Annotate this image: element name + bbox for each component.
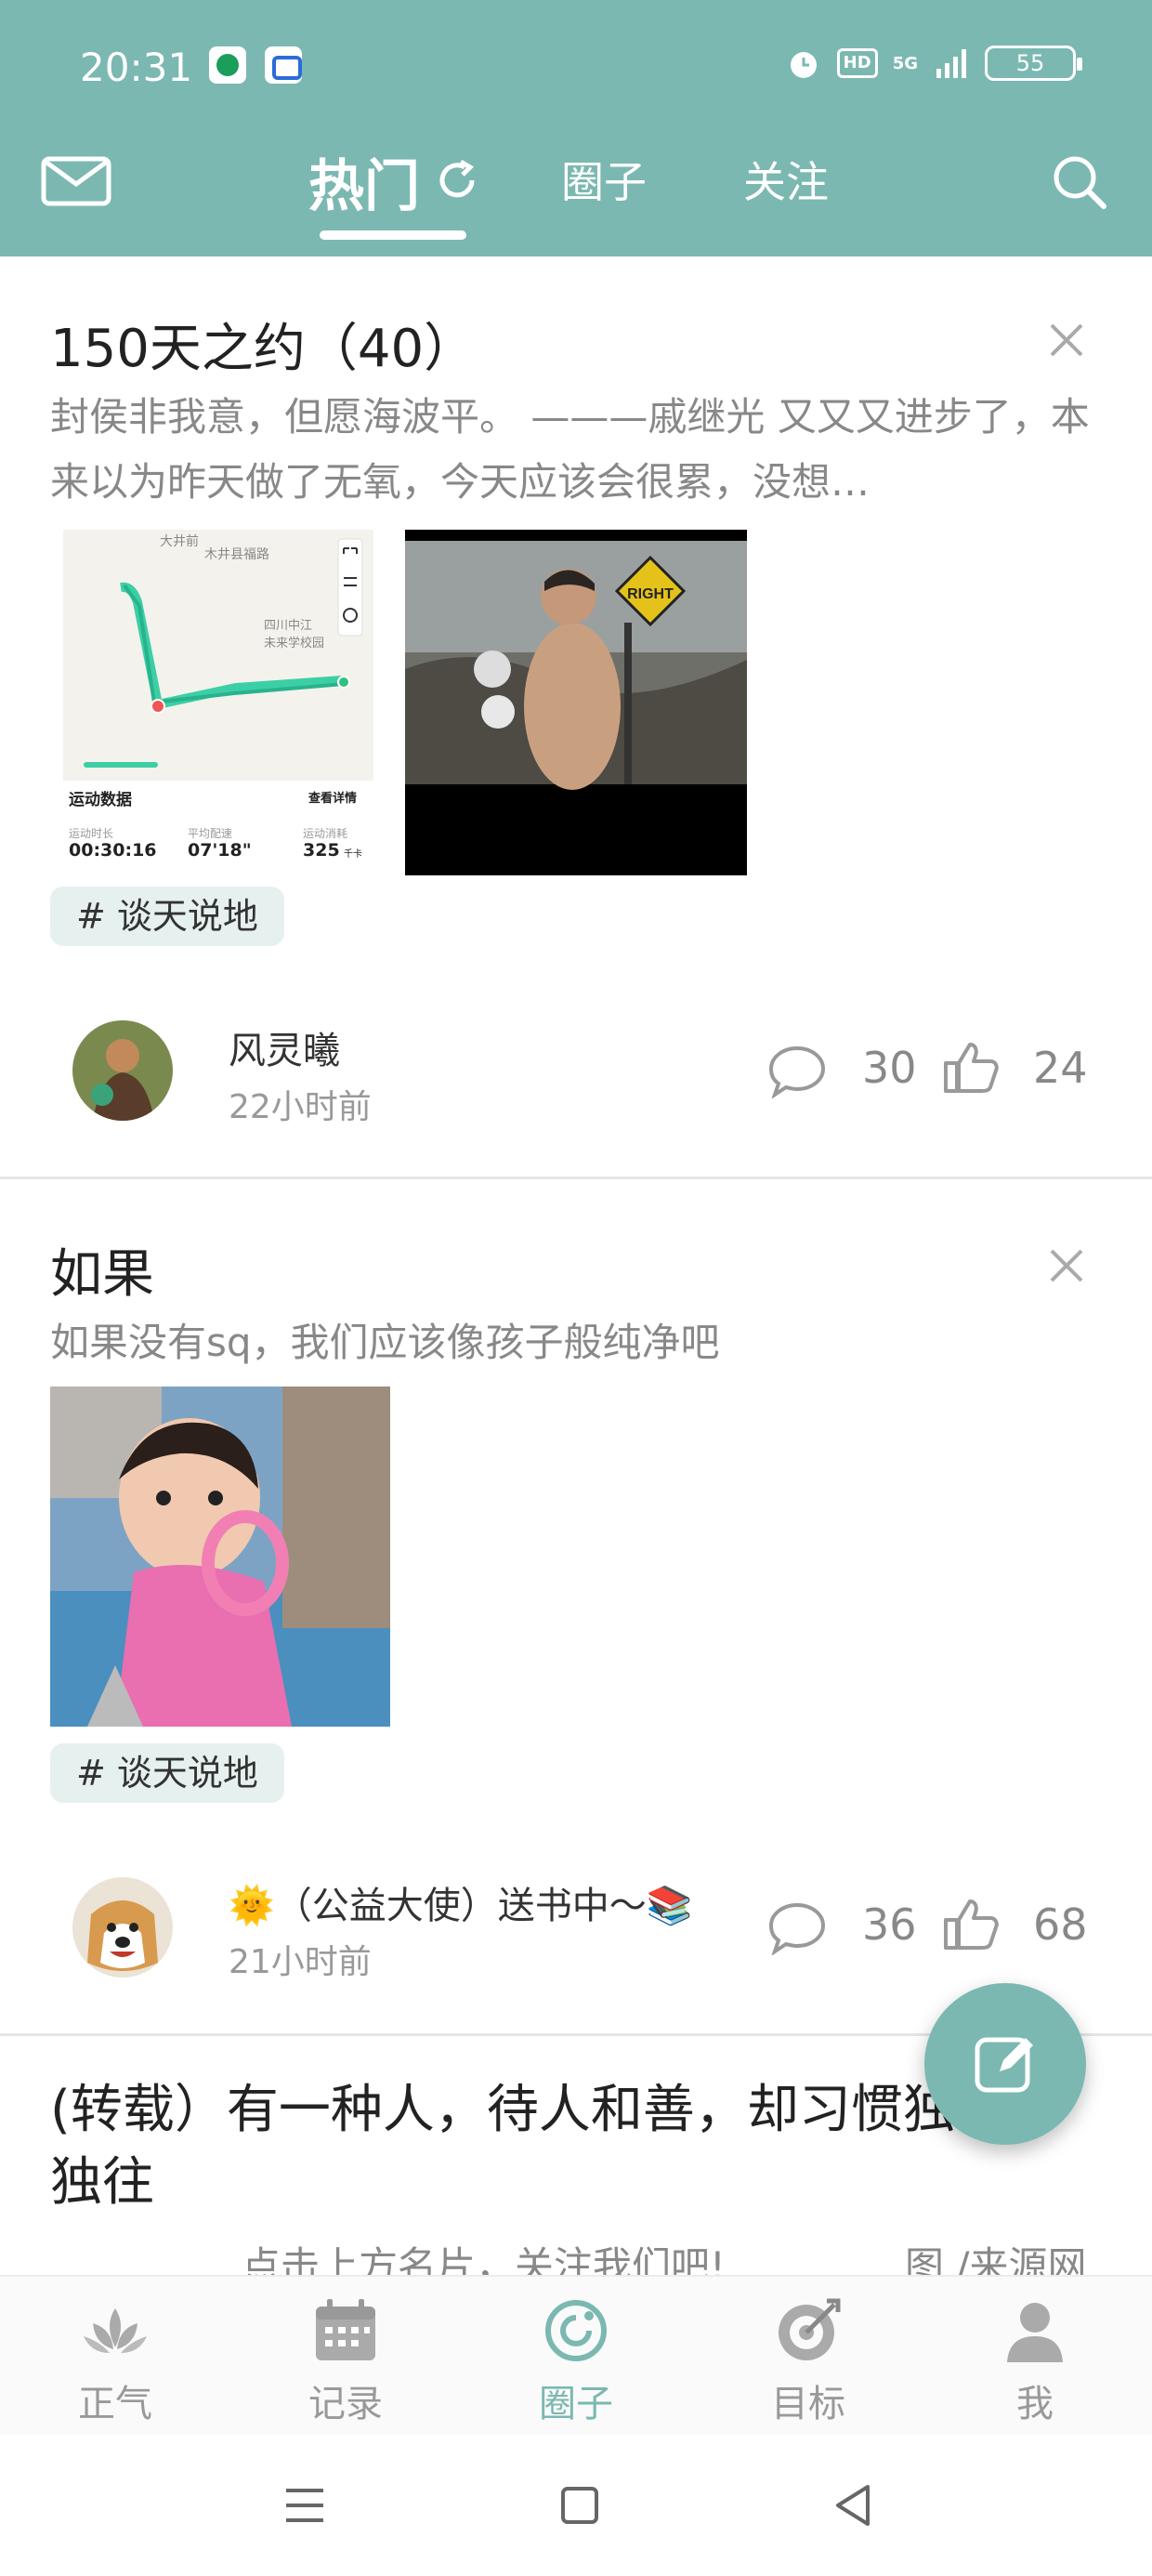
circle-icon <box>545 2300 607 2361</box>
nav-item-zhengqi[interactable]: 正气 <box>41 2295 190 2425</box>
hd-badge: HD <box>836 48 878 78</box>
like-count: 68 <box>1033 1899 1088 1950</box>
close-icon[interactable] <box>1046 320 1087 361</box>
comment-icon[interactable] <box>767 1899 827 1955</box>
author-name[interactable]: 🌞（公益大使）送书中～📚 <box>229 1875 693 1929</box>
home-icon[interactable] <box>552 2477 608 2533</box>
comment-count: 36 <box>862 1899 917 1950</box>
stat-label: 运动时长 <box>69 827 114 840</box>
bottom-navigation: 正气 记录 圈子 目标 我 <box>0 2275 1152 2435</box>
avatar[interactable] <box>72 1877 173 1978</box>
mail-icon[interactable] <box>41 156 111 206</box>
post-excerpt: 如果没有sq，我们应该像孩子般纯净吧 <box>50 1320 720 1365</box>
topic-tag[interactable]: # 谈天说地 <box>50 887 284 946</box>
avatar[interactable] <box>72 1020 173 1121</box>
author-name[interactable]: 风灵曦 <box>229 1020 340 1074</box>
post-excerpt-left: 点击上方名片，关注我们吧! <box>242 2243 726 2275</box>
nav-item-circle[interactable]: 圈子 <box>502 2295 650 2425</box>
stat-unit: 千卡 <box>344 849 362 860</box>
nav-item-me[interactable]: 我 <box>961 2295 1109 2425</box>
system-navigation-bar <box>0 2435 1152 2576</box>
calendar-icon <box>316 2299 375 2360</box>
nav-label: 我 <box>1016 2383 1054 2425</box>
post-image-photo[interactable]: RIGHT <box>405 530 747 875</box>
map-controls <box>337 538 363 637</box>
nav-label: 记录 <box>308 2383 383 2425</box>
signal-icon <box>936 49 966 78</box>
route-track <box>84 582 350 768</box>
nav-item-target[interactable]: 目标 <box>734 2295 883 2425</box>
nav-label: 圈子 <box>539 2383 613 2425</box>
comment-count: 30 <box>862 1043 917 1093</box>
tab-circle[interactable]: 圈子 <box>561 149 647 210</box>
post-title[interactable]: 如果 <box>50 1232 154 1308</box>
post-image-map[interactable]: 大井前 木井县福路 四川中江 未来学校园 运动数据 查看详情 运动时长 00:3… <box>63 530 373 868</box>
menu-icon[interactable] <box>277 2477 333 2533</box>
target-icon <box>779 2298 841 2360</box>
sports-data-panel: 运动数据 查看详情 运动时长 00:30:16 平均配速 07'18" 运动消耗… <box>63 781 373 868</box>
nav-item-record[interactable]: 记录 <box>271 2295 420 2425</box>
stat-label: 平均配速 <box>188 827 233 840</box>
topic-tag[interactable]: # 谈天说地 <box>50 1743 284 1803</box>
network-label: 5G <box>892 53 918 73</box>
active-tab-indicator <box>320 230 466 240</box>
user-icon <box>1007 2303 1063 2362</box>
alarm-icon <box>790 52 817 78</box>
edit-icon <box>975 2037 1033 2093</box>
tab-follow[interactable]: 关注 <box>743 149 829 210</box>
like-icon[interactable] <box>942 1039 1001 1095</box>
app-header: 20:31 HD 5G 55 热门 圈子 关注 <box>0 0 1152 256</box>
back-icon[interactable] <box>825 2477 881 2533</box>
like-icon[interactable] <box>942 1896 1001 1952</box>
post-excerpt: 封侯非我意，但愿海波平。 ———戚继光 又又又进步了，本来以为昨天做了无氧，今天… <box>50 394 1090 505</box>
post-divider <box>0 1176 1152 1179</box>
lotus-icon <box>84 2308 147 2353</box>
runner-photo: RIGHT <box>405 541 747 790</box>
post-excerpt-right: 图 /来源网 <box>905 2243 1087 2275</box>
battery-indicator: 55 <box>985 46 1082 81</box>
stat-value: 00:30:16 <box>69 840 157 861</box>
search-icon[interactable] <box>1050 152 1109 212</box>
post-card[interactable]: 150天之约（40） 封侯非我意，但愿海波平。 ———戚继光 又又又进步了，本来… <box>0 256 1152 1179</box>
close-icon[interactable] <box>1046 1245 1087 1286</box>
refresh-icon[interactable] <box>433 156 481 204</box>
battery-level: 55 <box>1015 50 1045 76</box>
stat-value: 07'18" <box>188 840 252 861</box>
cloud-app-notification-icon <box>265 46 302 84</box>
sign-text: RIGHT <box>627 586 674 602</box>
nav-label: 目标 <box>771 2383 845 2425</box>
like-count: 24 <box>1033 1043 1088 1093</box>
status-indicators: HD 5G 55 <box>785 45 1082 82</box>
compose-button[interactable] <box>924 1983 1086 2145</box>
post-time: 22小时前 <box>229 1088 372 1126</box>
stat-value: 325 <box>303 840 340 861</box>
post-title[interactable]: 150天之约（40） <box>50 307 476 382</box>
nav-label: 正气 <box>78 2383 152 2425</box>
details-link: 查看详情 <box>308 792 358 806</box>
comment-icon[interactable] <box>767 1043 827 1098</box>
post-image-baby[interactable] <box>50 1387 390 1727</box>
tab-hot[interactable]: 热门 <box>308 141 420 222</box>
status-time: 20:31 <box>80 45 193 90</box>
sports-data-title: 运动数据 <box>69 791 132 809</box>
post-card[interactable]: 如果 如果没有sq，我们应该像孩子般纯净吧 # 谈天说地 🌞（公益大使）送书中～… <box>0 1180 1152 2036</box>
post-time: 21小时前 <box>229 1943 372 1981</box>
post-title[interactable]: (转载）有一种人，待人和善，却习惯独来独往 <box>50 2074 1054 2219</box>
stat-label: 运动消耗 <box>303 827 348 840</box>
app-notification-icon <box>209 46 246 84</box>
